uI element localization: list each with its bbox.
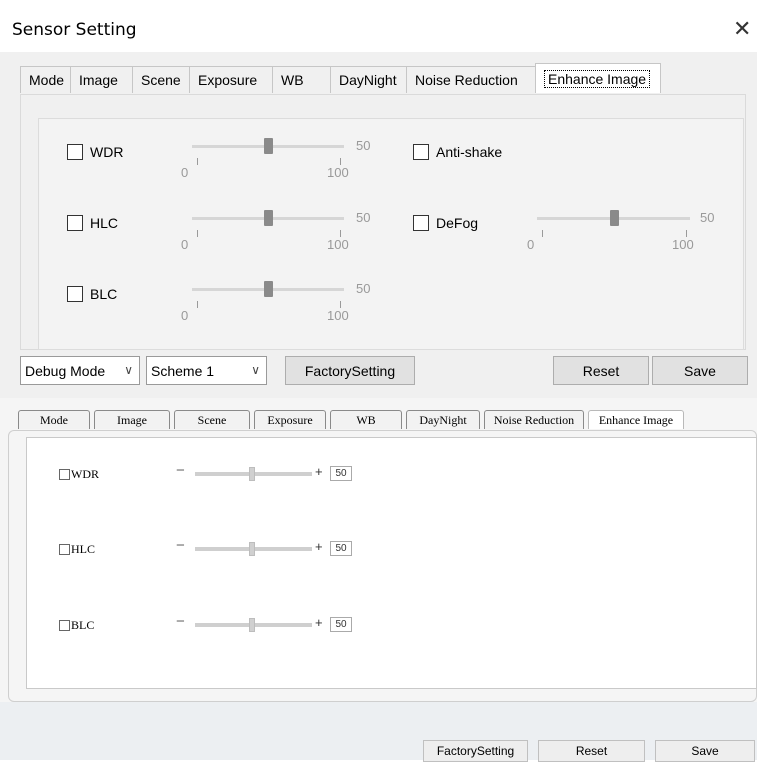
tab-label: Scene bbox=[141, 72, 181, 88]
web-factory-setting-button[interactable]: FactorySetting bbox=[423, 740, 528, 762]
slider-tick bbox=[340, 158, 341, 165]
tab-label: Mode bbox=[29, 72, 65, 88]
plus-icon[interactable]: + bbox=[315, 464, 323, 479]
web-tab-strip: Mode Image Scene Exposure WB DayNight No… bbox=[18, 410, 688, 430]
web-tab-exposure[interactable]: Exposure bbox=[254, 410, 326, 429]
tab-label: Exposure bbox=[198, 72, 258, 88]
blc-value: 50 bbox=[356, 281, 371, 296]
slider-tick bbox=[197, 301, 198, 308]
close-icon[interactable]: ✕ bbox=[733, 16, 751, 42]
web-hlc-checkbox[interactable] bbox=[59, 544, 70, 555]
debug-mode-select[interactable]: Debug Mode ∨ bbox=[20, 356, 140, 385]
minus-icon[interactable]: − bbox=[176, 613, 185, 630]
slider-tick bbox=[686, 230, 687, 237]
wdr-value: 50 bbox=[356, 138, 371, 153]
defog-value: 50 bbox=[700, 210, 715, 225]
defog-min-label: 0 bbox=[527, 237, 535, 252]
chevron-down-icon: ∨ bbox=[124, 363, 133, 377]
dialog-title: Sensor Setting bbox=[12, 20, 137, 40]
web-hlc-slider-thumb[interactable] bbox=[249, 542, 255, 556]
web-tab-enhance-image[interactable]: Enhance Image bbox=[588, 410, 684, 429]
factory-setting-button[interactable]: FactorySetting bbox=[285, 356, 415, 385]
web-tab-scene[interactable]: Scene bbox=[174, 410, 250, 429]
wdr-checkbox[interactable] bbox=[67, 144, 83, 160]
scheme-select[interactable]: Scheme 1 ∨ bbox=[146, 356, 267, 385]
tab-label: Noise Reduction bbox=[415, 72, 518, 88]
web-wdr-checkbox[interactable] bbox=[59, 469, 70, 480]
web-wdr-label: WDR bbox=[71, 467, 99, 481]
debug-mode-value: Debug Mode bbox=[25, 362, 106, 379]
web-tab-wb[interactable]: WB bbox=[330, 410, 402, 429]
defog-max-label: 100 bbox=[672, 237, 694, 252]
wdr-label: WDR bbox=[90, 144, 124, 160]
blc-min-label: 0 bbox=[181, 308, 189, 323]
hlc-value: 50 bbox=[356, 210, 371, 225]
web-hlc-label: HLC bbox=[71, 542, 95, 556]
anti-shake-checkbox[interactable] bbox=[413, 144, 429, 160]
web-wdr-slider-thumb[interactable] bbox=[249, 467, 255, 481]
blc-slider-thumb[interactable] bbox=[264, 281, 273, 297]
web-blc-label: BLC bbox=[71, 618, 95, 632]
scheme-value: Scheme 1 bbox=[151, 362, 215, 379]
hlc-label: HLC bbox=[90, 215, 119, 231]
web-reset-button[interactable]: Reset bbox=[538, 740, 645, 762]
slider-tick bbox=[197, 230, 198, 237]
tab-label: Image bbox=[79, 72, 118, 88]
minus-icon[interactable]: − bbox=[176, 537, 185, 554]
wdr-max-label: 100 bbox=[327, 165, 349, 180]
tab-wb[interactable]: WB bbox=[272, 66, 331, 93]
chevron-down-icon: ∨ bbox=[251, 363, 260, 377]
blc-max-label: 100 bbox=[327, 308, 349, 323]
plus-icon[interactable]: + bbox=[315, 539, 323, 554]
tab-mode[interactable]: Mode bbox=[20, 66, 71, 93]
anti-shake-label: Anti-shake bbox=[436, 144, 503, 160]
tab-noise-reduction[interactable]: Noise Reduction bbox=[406, 66, 536, 93]
enhance-options-group bbox=[38, 118, 744, 350]
slider-tick bbox=[542, 230, 543, 237]
tab-daynight[interactable]: DayNight bbox=[330, 66, 407, 93]
defog-label: DeFog bbox=[436, 215, 479, 231]
save-button[interactable]: Save bbox=[652, 356, 748, 385]
tab-scene[interactable]: Scene bbox=[132, 66, 190, 93]
web-wdr-value[interactable]: 50 bbox=[330, 466, 352, 481]
hlc-checkbox[interactable] bbox=[67, 215, 83, 231]
tab-label: WB bbox=[281, 72, 304, 88]
web-tab-noise-reduction[interactable]: Noise Reduction bbox=[484, 410, 584, 429]
web-hlc-value[interactable]: 50 bbox=[330, 541, 352, 556]
dialog-tab-strip: Mode Image Scene Exposure WB DayNight No… bbox=[20, 63, 661, 94]
hlc-min-label: 0 bbox=[181, 237, 189, 252]
reset-button[interactable]: Reset bbox=[553, 356, 649, 385]
tab-image[interactable]: Image bbox=[70, 66, 133, 93]
web-save-button[interactable]: Save bbox=[655, 740, 755, 762]
tab-exposure[interactable]: Exposure bbox=[189, 66, 273, 93]
defog-checkbox[interactable] bbox=[413, 215, 429, 231]
web-blc-checkbox[interactable] bbox=[59, 620, 70, 631]
tab-label: DayNight bbox=[339, 72, 397, 88]
wdr-min-label: 0 bbox=[181, 165, 189, 180]
hlc-max-label: 100 bbox=[327, 237, 349, 252]
blc-checkbox[interactable] bbox=[67, 286, 83, 302]
web-tab-image[interactable]: Image bbox=[94, 410, 170, 429]
web-blc-value[interactable]: 50 bbox=[330, 617, 352, 632]
wdr-slider-thumb[interactable] bbox=[264, 138, 273, 154]
blc-label: BLC bbox=[90, 286, 118, 302]
plus-icon[interactable]: + bbox=[315, 615, 323, 630]
web-tab-daynight[interactable]: DayNight bbox=[406, 410, 480, 429]
web-tab-mode[interactable]: Mode bbox=[18, 410, 90, 429]
defog-slider-thumb[interactable] bbox=[610, 210, 619, 226]
slider-tick bbox=[340, 230, 341, 237]
tab-enhance-image[interactable]: Enhance Image bbox=[535, 63, 661, 93]
slider-tick bbox=[340, 301, 341, 308]
web-blc-slider-thumb[interactable] bbox=[249, 618, 255, 632]
slider-tick bbox=[197, 158, 198, 165]
web-enhance-options bbox=[26, 437, 757, 689]
minus-icon[interactable]: − bbox=[176, 462, 185, 479]
tab-label: Enhance Image bbox=[544, 69, 651, 88]
hlc-slider-thumb[interactable] bbox=[264, 210, 273, 226]
